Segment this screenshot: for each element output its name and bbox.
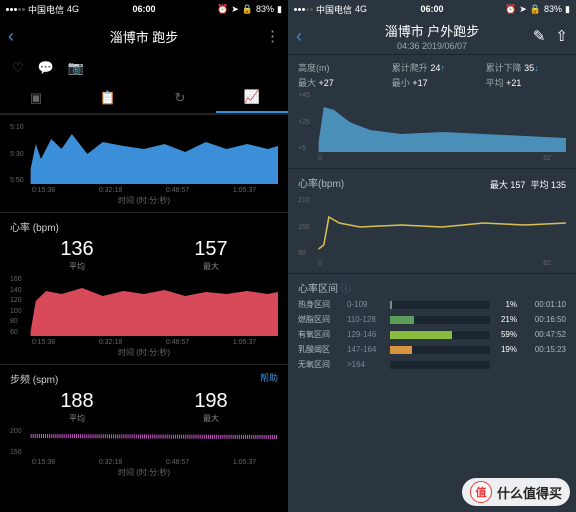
altitude-section: 高度(m) 累计爬升 24↑ 累计下降 35↓ 最大 +27 最小 +17 平均… [288, 54, 576, 168]
cadence-chart: 200150 [10, 428, 278, 456]
hr-avg: 136平均 [60, 238, 93, 272]
header: ‹ 淄博市 户外跑步 04:36 2019/06/07 ✎ ⇧ [288, 18, 576, 54]
more-icon[interactable]: ⋮ [265, 27, 280, 45]
page-title: 淄博市 跑步 [110, 27, 179, 46]
tab-charts[interactable]: 📈 [216, 82, 288, 113]
share-icon[interactable]: ⇧ [555, 27, 568, 45]
page-title: 淄博市 户外跑步 [385, 21, 480, 40]
back-icon[interactable]: ‹ [8, 26, 14, 47]
alarm-icon: ⏰ [505, 4, 516, 15]
rotation-lock-icon: 🔒 [530, 4, 541, 15]
watermark: 值 什么值得买 [462, 478, 570, 506]
cad-avg: 188平均 [60, 390, 93, 424]
hr-section: 心率(bpm) 最大 157 平均 135 21015090 082 [288, 168, 576, 273]
help-link[interactable]: 帮助 [260, 371, 278, 384]
tab-summary[interactable]: ▣ [0, 82, 72, 113]
rotation-lock-icon: 🔒 [242, 4, 253, 15]
battery-icon: ▮ [277, 4, 282, 15]
edit-icon[interactable]: ✎ [533, 27, 546, 45]
zone-row: 热身区间0-1091%00:01:10 [298, 299, 566, 310]
status-bar: 中国电信4G 06:00 ⏰➤🔒83%▮ [288, 0, 576, 18]
hr-chart: 21015090 [298, 197, 566, 257]
altitude-chart: +45+25+5 [298, 92, 566, 152]
zone-row: 无氧区间>164 [298, 359, 566, 370]
location-icon: ➤ [231, 4, 239, 15]
tabs: ▣ 📋 ↻ 📈 [0, 82, 288, 114]
location-icon: ➤ [519, 4, 527, 15]
cadence-section: 步频 (spm) 帮助 188平均 198最大 200150 0:15:380:… [0, 364, 288, 484]
tab-map[interactable]: ↻ [144, 82, 216, 113]
hr-max: 157最大 [194, 238, 227, 272]
heart-icon[interactable]: ♡ [12, 60, 24, 76]
zone-row: 乳酸阈区147-16419%00:15:23 [298, 344, 566, 355]
status-bar: 中国电信4G 06:00 ⏰➤🔒83%▮ [0, 0, 288, 18]
zone-row: 有氧区间129-14659%00:47:52 [298, 329, 566, 340]
alarm-icon: ⏰ [217, 4, 228, 15]
camera-icon[interactable]: 📷 [68, 60, 84, 76]
zone-row: 燃脂区间110-12821%00:16:50 [298, 314, 566, 325]
pace-section: 5:105:305:50 0:15:380:32:180:48:571:05:3… [0, 114, 288, 212]
cad-max: 198最大 [194, 390, 227, 424]
page-subtitle: 04:36 2019/06/07 [385, 41, 480, 51]
watermark-icon: 值 [470, 481, 492, 503]
header: ‹ 淄博市 跑步 ⋮ [0, 18, 288, 54]
action-bar: ♡ 💬 📷 [0, 54, 288, 82]
battery-icon: ▮ [565, 4, 570, 15]
info-icon[interactable]: ⓘ [341, 284, 351, 295]
pace-chart: 5:105:305:50 [10, 124, 278, 184]
back-icon[interactable]: ‹ [296, 26, 302, 47]
hr-section: 心率 (bpm) 136平均 157最大 1601401201008060 0:… [0, 212, 288, 364]
hr-zones-section: 心率区间 ⓘ 热身区间0-1091%00:01:10燃脂区间110-12821%… [288, 273, 576, 380]
hr-chart: 1601401201008060 [10, 276, 278, 336]
tab-laps[interactable]: 📋 [72, 82, 144, 113]
comment-icon[interactable]: 💬 [38, 60, 54, 76]
